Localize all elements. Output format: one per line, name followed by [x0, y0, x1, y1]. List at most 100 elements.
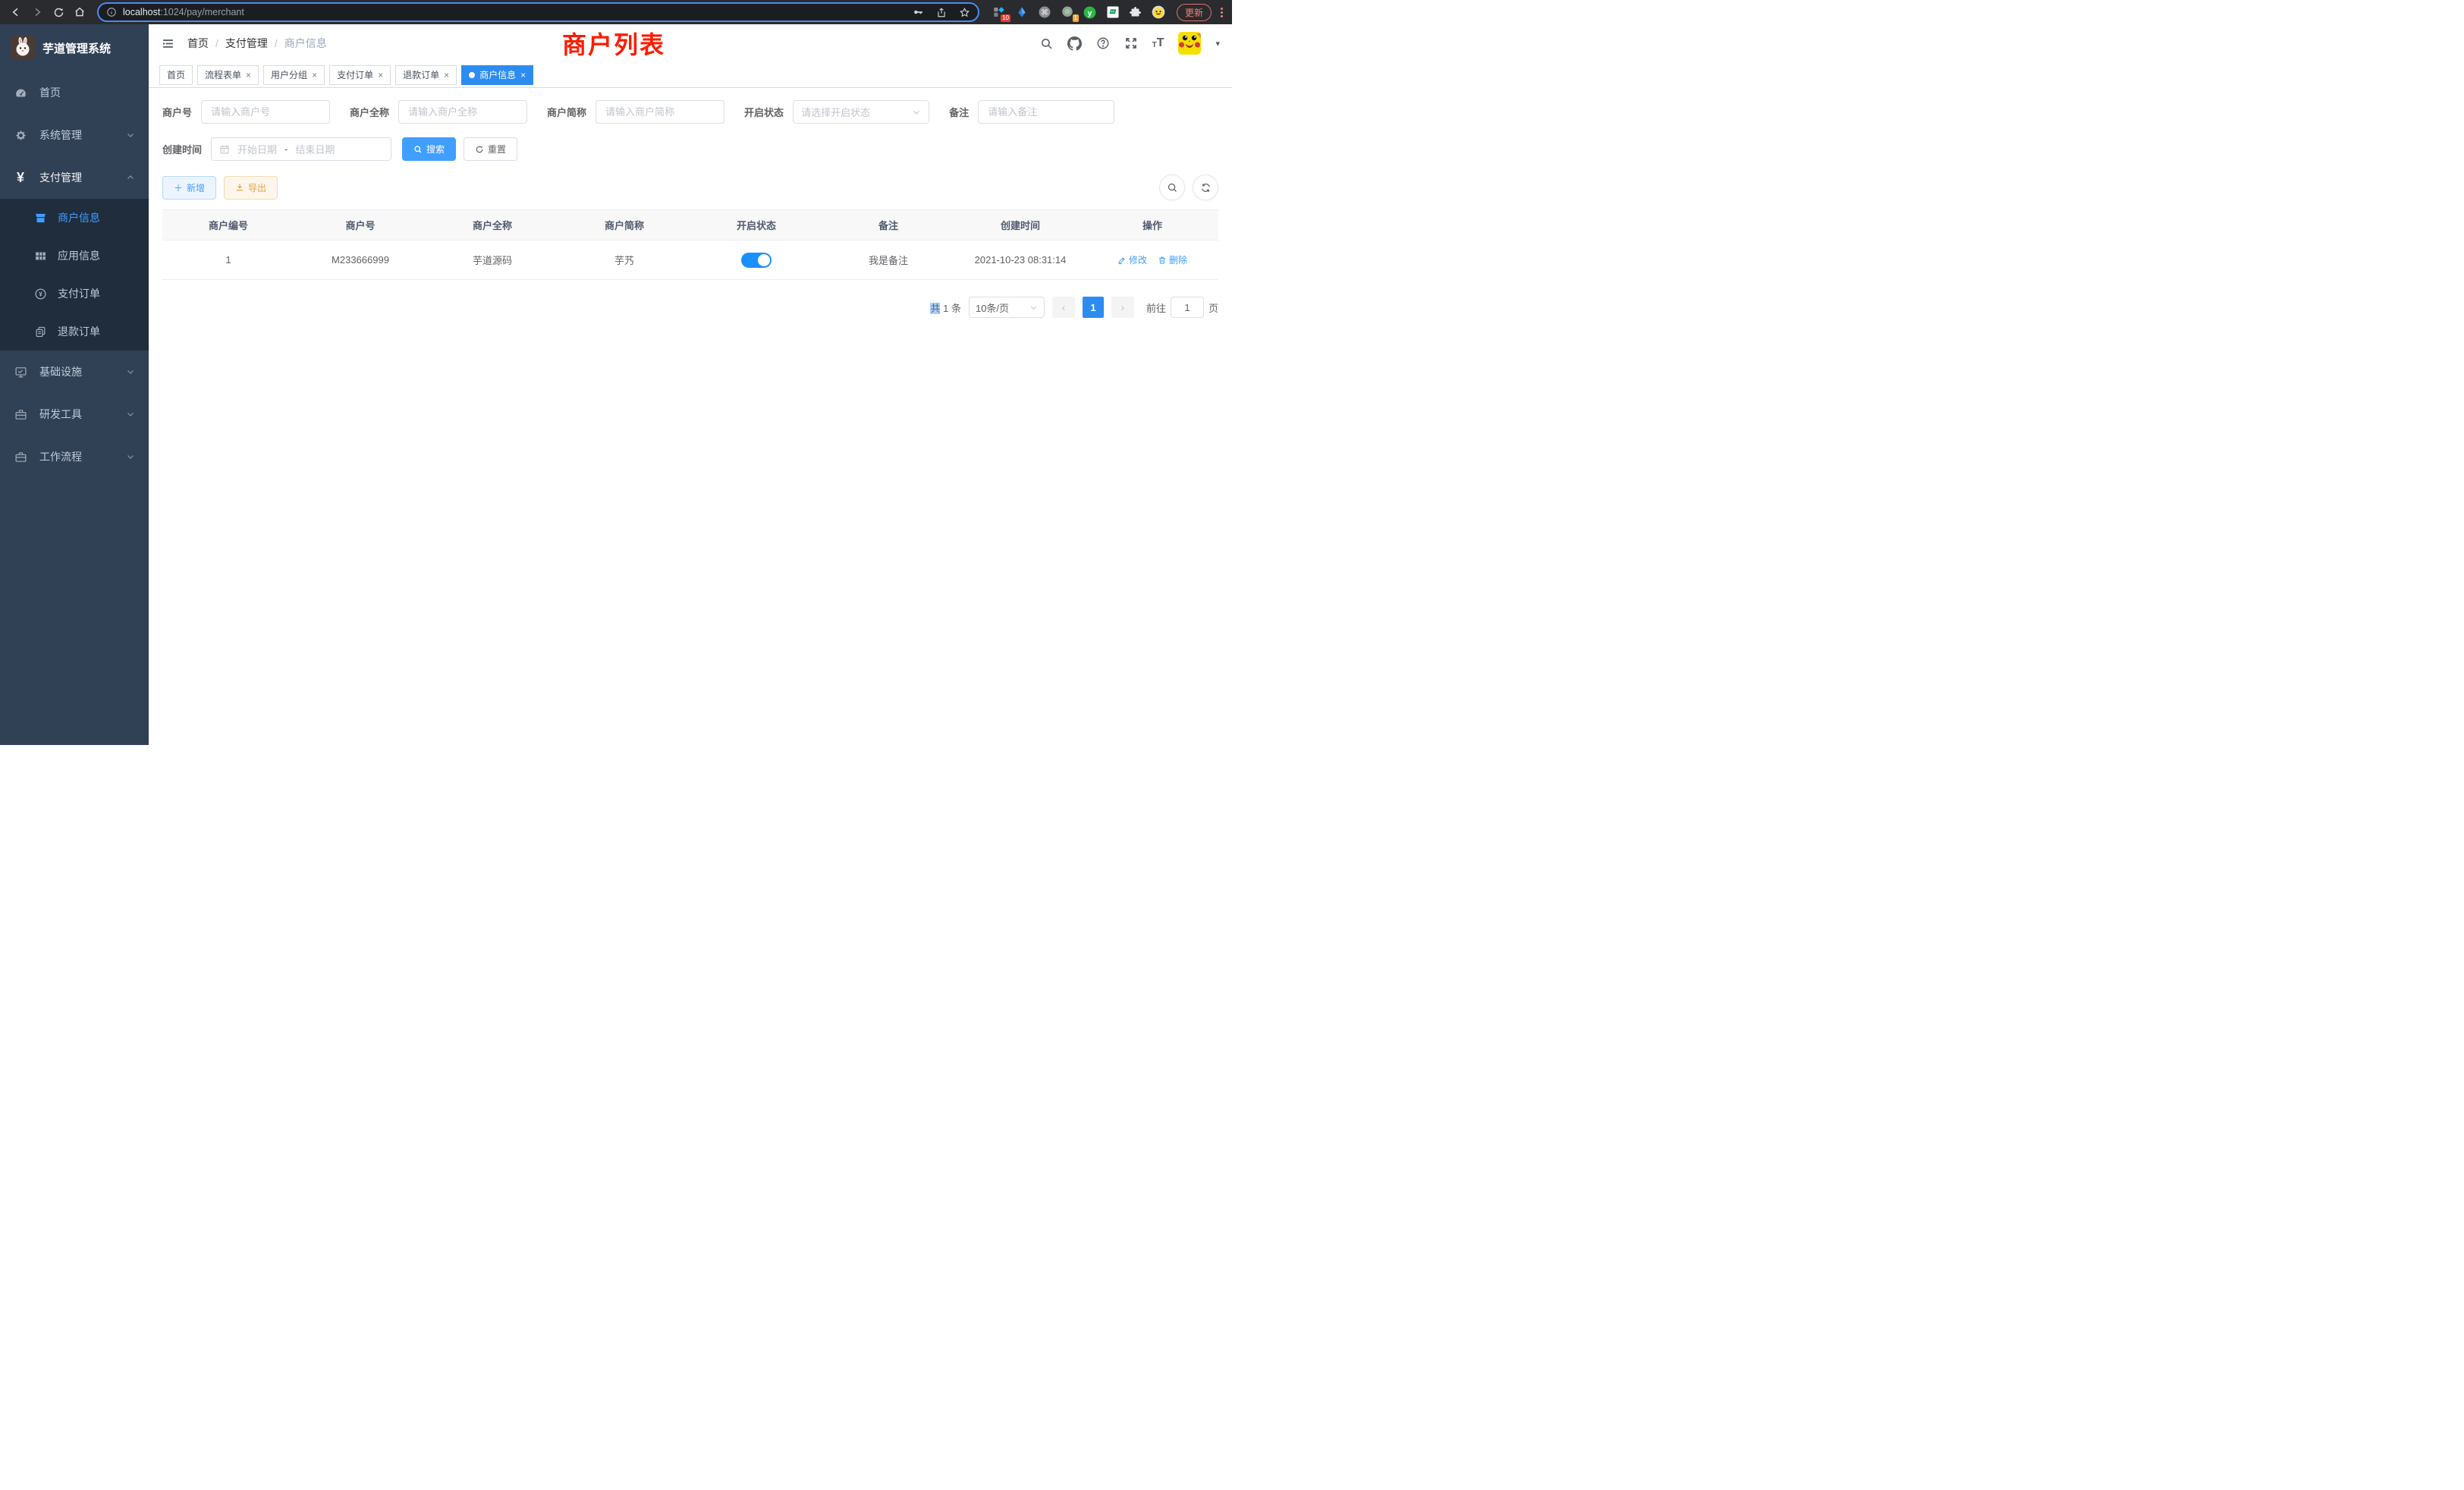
- fullscreen-icon[interactable]: [1124, 36, 1138, 50]
- tab-refund-order[interactable]: 退款订单×: [395, 65, 457, 85]
- next-page-button[interactable]: ›: [1111, 297, 1134, 318]
- key-icon[interactable]: [912, 6, 924, 18]
- home-icon[interactable]: [70, 2, 90, 22]
- chevron-down-icon: [126, 410, 135, 419]
- bookmark-star-icon[interactable]: [959, 7, 970, 18]
- goto-input[interactable]: [1171, 297, 1204, 318]
- merchant-no-label: 商户号: [162, 105, 192, 119]
- short-name-label: 商户简称: [547, 105, 586, 119]
- breadcrumb-separator: /: [275, 37, 278, 49]
- info-icon[interactable]: [106, 7, 117, 17]
- url-bar[interactable]: localhost:1024/pay/merchant: [97, 2, 979, 22]
- extension-chat-icon[interactable]: [1105, 5, 1120, 20]
- sidebar-item-dev-tools[interactable]: 研发工具: [0, 393, 149, 435]
- merchant-no-input[interactable]: [201, 100, 330, 124]
- menu-kebab-icon[interactable]: [1221, 8, 1223, 17]
- status-select-placeholder: 请选择开启状态: [801, 105, 870, 119]
- breadcrumb: 首页 / 支付管理 / 商户信息: [187, 36, 327, 51]
- extension-command-icon[interactable]: ⌘: [1037, 5, 1052, 20]
- close-icon[interactable]: ×: [520, 70, 526, 80]
- github-icon[interactable]: [1067, 36, 1082, 51]
- forward-icon[interactable]: [27, 2, 47, 22]
- sidebar-item-app-info[interactable]: 应用信息: [0, 237, 149, 275]
- sidebar-item-system[interactable]: 系统管理: [0, 114, 149, 156]
- status-select[interactable]: 请选择开启状态: [793, 100, 929, 124]
- sidebar-item-merchant-info[interactable]: 商户信息: [0, 199, 149, 237]
- page-number-1[interactable]: 1: [1083, 297, 1104, 318]
- export-button[interactable]: 导出: [224, 176, 278, 200]
- tab-home[interactable]: 首页: [159, 65, 193, 85]
- reset-button[interactable]: 重置: [464, 137, 517, 161]
- extension-sail-icon[interactable]: [1014, 5, 1029, 20]
- sidebar-item-label: 首页: [39, 85, 61, 100]
- tab-process-form[interactable]: 流程表单×: [197, 65, 259, 85]
- extension-yuque-icon[interactable]: y: [1083, 5, 1098, 20]
- gear-icon: [14, 129, 27, 142]
- tab-pay-order[interactable]: 支付订单×: [329, 65, 391, 85]
- breadcrumb-item-pay[interactable]: 支付管理: [225, 36, 268, 51]
- profile-emoji-avatar[interactable]: [1151, 5, 1166, 20]
- date-end-placeholder[interactable]: 结束日期: [295, 142, 335, 156]
- update-button[interactable]: 更新: [1177, 4, 1212, 21]
- font-size-icon[interactable]: TT: [1152, 37, 1164, 49]
- help-icon[interactable]: [1096, 36, 1110, 50]
- reload-icon[interactable]: [49, 2, 68, 22]
- user-avatar[interactable]: [1178, 32, 1201, 55]
- close-icon[interactable]: ×: [246, 70, 251, 80]
- tab-user-group[interactable]: 用户分组×: [263, 65, 325, 85]
- close-icon[interactable]: ×: [444, 70, 449, 80]
- sidebar-item-home[interactable]: 首页: [0, 71, 149, 114]
- sidebar-item-pay-order[interactable]: ¥ 支付订单: [0, 275, 149, 313]
- hamburger-icon[interactable]: [161, 37, 175, 50]
- sidebar-item-label: 工作流程: [39, 449, 82, 464]
- extension-dot-icon[interactable]: 1: [1060, 5, 1075, 20]
- sidebar-item-infra[interactable]: 基础设施: [0, 350, 149, 393]
- pagination: 共 1 条 10条/页 ‹ 1 › 前往 页: [162, 297, 1218, 318]
- caret-down-icon[interactable]: ▾: [1215, 39, 1220, 49]
- dashboard-icon: [14, 86, 27, 99]
- sidebar-item-workflow[interactable]: 工作流程: [0, 435, 149, 478]
- page-size-select[interactable]: 10条/页: [969, 297, 1045, 318]
- date-start-placeholder[interactable]: 开始日期: [237, 142, 277, 156]
- table-toolbar: ＋ 新增 导出: [162, 174, 1218, 200]
- remark-input[interactable]: [978, 100, 1114, 124]
- date-range-picker[interactable]: 开始日期 - 结束日期: [211, 137, 391, 161]
- breadcrumb-separator: /: [215, 37, 218, 49]
- share-icon[interactable]: [936, 7, 947, 18]
- prev-page-button[interactable]: ‹: [1052, 297, 1075, 318]
- close-icon[interactable]: ×: [312, 70, 317, 80]
- table-header: 商户编号 商户号 商户全称 商户简称 开启状态 备注 创建时间 操作: [162, 210, 1218, 240]
- cell-id: 1: [162, 254, 294, 266]
- search-icon[interactable]: [1040, 37, 1053, 50]
- sidebar-item-label: 支付管理: [39, 170, 82, 185]
- back-icon[interactable]: [6, 2, 26, 22]
- cell-remark: 我是备注: [822, 253, 954, 267]
- breadcrumb-item-home[interactable]: 首页: [187, 36, 209, 51]
- hide-search-button[interactable]: [1159, 174, 1185, 200]
- add-button[interactable]: ＋ 新增: [162, 176, 216, 200]
- extensions-puzzle-icon[interactable]: [1128, 5, 1143, 20]
- edit-link[interactable]: 修改: [1117, 253, 1147, 266]
- download-icon: [235, 183, 244, 192]
- url-path: :1024/pay/merchant: [160, 7, 244, 17]
- total-text: 共 1 条: [930, 300, 961, 315]
- app-logo-row[interactable]: 芋道管理系统: [0, 24, 149, 71]
- delete-link[interactable]: 删除: [1158, 253, 1187, 266]
- tab-merchant-info[interactable]: 商户信息×: [461, 65, 533, 85]
- extension-blocks-icon[interactable]: 10: [992, 5, 1007, 20]
- status-toggle[interactable]: [741, 253, 772, 268]
- plus-icon: ＋: [174, 181, 183, 194]
- cell-merchant-no: M233666999: [294, 254, 426, 266]
- yen-icon: ¥: [14, 170, 27, 186]
- full-name-input[interactable]: [398, 100, 527, 124]
- sidebar-item-pay[interactable]: ¥ 支付管理: [0, 156, 149, 199]
- sidebar-item-refund-order[interactable]: 退款订单: [0, 313, 149, 350]
- toolbox-icon: [14, 408, 27, 421]
- cell-full-name: 芋道源码: [426, 253, 558, 267]
- navbar: 首页 / 支付管理 / 商户信息 商户列表: [149, 24, 1232, 62]
- short-name-input[interactable]: [596, 100, 724, 124]
- svg-text:y: y: [1088, 9, 1092, 17]
- close-icon[interactable]: ×: [378, 70, 383, 80]
- refresh-table-button[interactable]: [1193, 174, 1218, 200]
- search-button[interactable]: 搜索: [402, 137, 456, 161]
